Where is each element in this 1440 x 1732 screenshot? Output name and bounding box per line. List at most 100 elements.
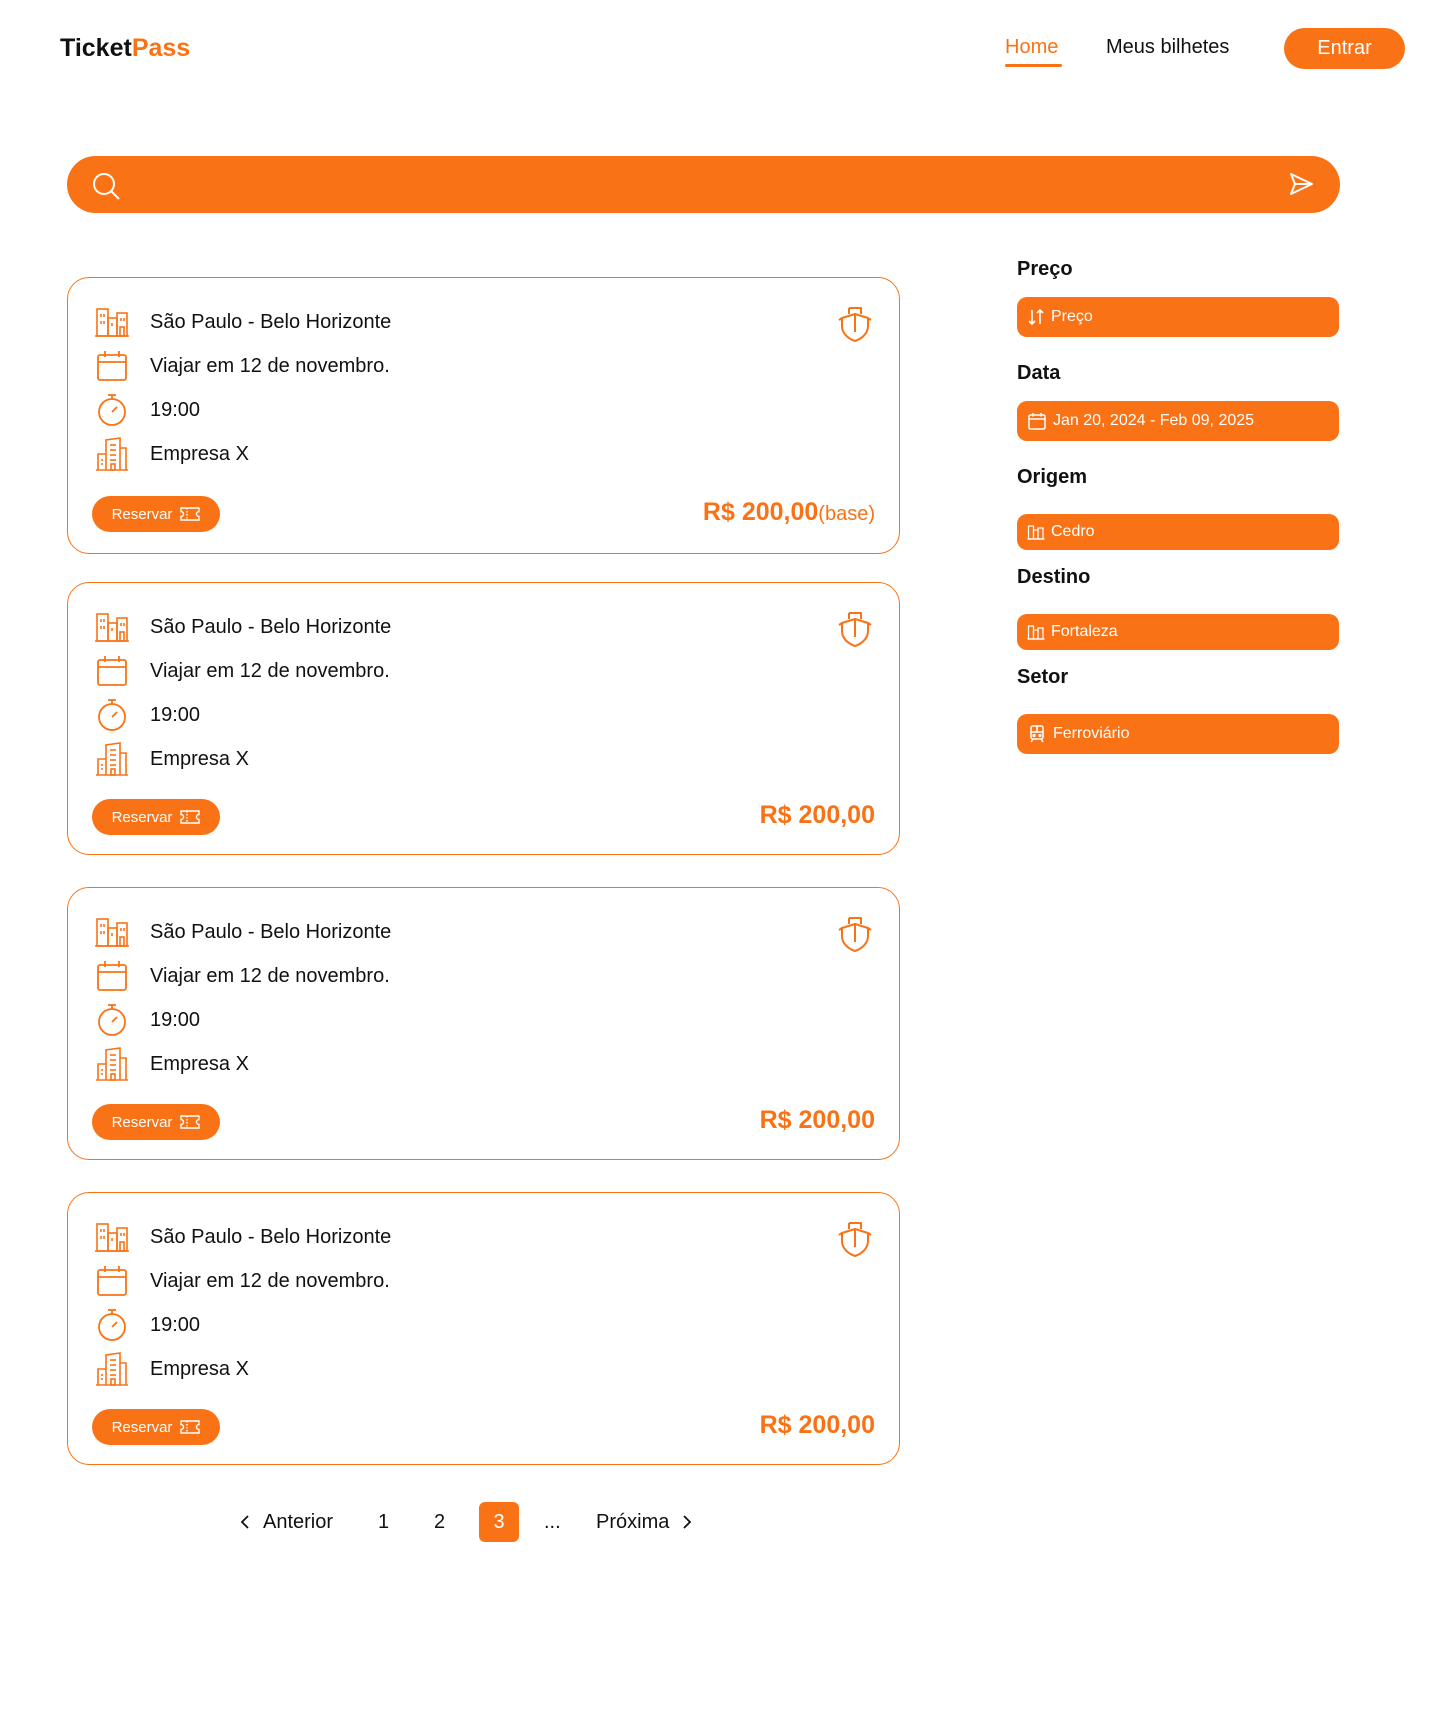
filter-price-select[interactable]: Preço — [1017, 297, 1339, 337]
reserve-button[interactable]: Reservar — [92, 799, 220, 835]
reserve-button[interactable]: Reservar — [92, 1409, 220, 1445]
sort-icon — [1028, 308, 1044, 326]
search-input[interactable] — [147, 156, 1247, 213]
logo[interactable]: TicketPass — [60, 34, 190, 63]
pagination-ellipsis: ... — [544, 1510, 561, 1533]
pagination-page-2[interactable]: 2 — [434, 1502, 445, 1542]
route-row: São Paulo - Belo Horizonte — [94, 1219, 391, 1255]
logo-part2: Pass — [131, 34, 191, 62]
price: R$ 200,00 — [760, 1411, 875, 1440]
login-button[interactable]: Entrar — [1284, 28, 1405, 69]
time-text: 19:00 — [150, 1008, 201, 1031]
ticket-icon — [180, 1420, 201, 1434]
result-card: São Paulo - Belo Horizonte Viajar em 12 d… — [67, 887, 900, 1160]
reserve-label: Reservar — [111, 1418, 173, 1436]
send-icon[interactable] — [1287, 170, 1315, 198]
price-value: R$ 200,00 — [759, 1411, 875, 1439]
stopwatch-icon — [98, 394, 126, 426]
stopwatch-icon — [98, 699, 126, 731]
logo-part1: Ticket — [60, 34, 132, 62]
filter-sector-label: Setor — [1017, 666, 1069, 688]
company-text: Empresa X — [150, 442, 249, 465]
time-row: 19:00 — [94, 392, 200, 428]
pagination-page-1[interactable]: 1 — [378, 1502, 389, 1542]
boat-icon — [838, 1222, 872, 1257]
price: R$ 200,00 — [760, 801, 875, 830]
reserve-label: Reservar — [111, 505, 173, 523]
reserve-button[interactable]: Reservar — [92, 1104, 220, 1140]
nav-home[interactable]: Home — [1005, 36, 1058, 59]
pagination-next[interactable]: Próxima — [596, 1502, 695, 1542]
price: R$ 200,00(base) — [703, 498, 875, 527]
nav-my-tickets[interactable]: Meus bilhetes — [1106, 36, 1229, 59]
pagination-page-current[interactable]: 3 — [479, 1502, 519, 1542]
chevron-left-icon — [240, 1515, 249, 1529]
result-card: São Paulo - Belo Horizonte Viajar em 12 d… — [67, 582, 900, 855]
time-row: 19:00 — [94, 1307, 200, 1343]
route-row: São Paulo - Belo Horizonte — [94, 304, 391, 340]
city-icon — [95, 613, 129, 642]
calendar-icon — [97, 1266, 127, 1296]
result-card: São Paulo - Belo Horizonte Viajar em 12 d… — [67, 277, 900, 554]
date-row: Viajar em 12 de novembro. — [94, 1263, 390, 1299]
time-row: 19:00 — [94, 697, 200, 733]
city-icon — [95, 308, 129, 337]
reserve-label: Reservar — [111, 1113, 173, 1131]
filter-date-select[interactable]: Jan 20, 2024 - Feb 09, 2025 — [1017, 401, 1339, 441]
date-text: Viajar em 12 de novembro. — [150, 354, 390, 377]
filter-price-label: Preço — [1017, 258, 1073, 280]
date-text: Viajar em 12 de novembro. — [150, 964, 390, 987]
filter-destination-value: Fortaleza — [1051, 623, 1118, 640]
company-row: Empresa X — [94, 741, 249, 777]
company-row: Empresa X — [94, 1046, 249, 1082]
price-value: R$ 200,00 — [759, 1106, 875, 1134]
boat-icon — [838, 307, 872, 342]
filter-price-value: Preço — [1051, 308, 1093, 325]
filter-sector-select[interactable]: Ferroviário — [1017, 714, 1339, 754]
company-row: Empresa X — [94, 436, 249, 472]
stopwatch-icon — [98, 1004, 126, 1036]
route-text: São Paulo - Belo Horizonte — [150, 1225, 392, 1248]
nav-active-indicator — [1005, 64, 1062, 67]
filter-origin-select[interactable]: Cedro — [1017, 514, 1339, 550]
route-row: São Paulo - Belo Horizonte — [94, 609, 391, 645]
time-text: 19:00 — [150, 1313, 201, 1336]
time-text: 19:00 — [150, 398, 201, 421]
pagination-next-label: Próxima — [596, 1510, 670, 1533]
office-building-icon — [96, 742, 128, 776]
date-text: Viajar em 12 de novembro. — [150, 659, 390, 682]
filter-destination-label: Destino — [1017, 566, 1091, 588]
ticket-icon — [180, 1115, 201, 1129]
route-text: São Paulo - Belo Horizonte — [150, 310, 392, 333]
pagination-prev[interactable]: Anterior — [237, 1502, 333, 1542]
date-text: Viajar em 12 de novembro. — [150, 1269, 390, 1292]
office-building-icon — [96, 1352, 128, 1386]
filter-origin-value: Cedro — [1051, 523, 1095, 540]
pagination-prev-label: Anterior — [263, 1510, 334, 1533]
price: R$ 200,00 — [760, 1106, 875, 1135]
company-text: Empresa X — [150, 1357, 249, 1380]
stopwatch-icon — [98, 1309, 126, 1341]
filter-date-label: Data — [1017, 362, 1061, 384]
company-row: Empresa X — [94, 1351, 249, 1387]
reserve-button[interactable]: Reservar — [92, 496, 220, 532]
time-text: 19:00 — [150, 703, 201, 726]
filter-date-value: Jan 20, 2024 - Feb 09, 2025 — [1053, 412, 1255, 429]
office-building-icon — [96, 1047, 128, 1081]
calendar-icon — [1028, 413, 1046, 430]
price-note: (base) — [818, 503, 875, 525]
calendar-icon — [97, 656, 127, 686]
ticket-icon — [180, 507, 201, 521]
city-icon — [1027, 625, 1045, 640]
route-text: São Paulo - Belo Horizonte — [150, 920, 392, 943]
boat-icon — [838, 917, 872, 952]
filter-destination-select[interactable]: Fortaleza — [1017, 614, 1339, 650]
train-icon — [1030, 725, 1044, 743]
city-icon — [95, 918, 129, 947]
boat-icon — [838, 612, 872, 647]
date-row: Viajar em 12 de novembro. — [94, 348, 390, 384]
result-card: São Paulo - Belo Horizonte Viajar em 12 d… — [67, 1192, 900, 1465]
date-row: Viajar em 12 de novembro. — [94, 958, 390, 994]
calendar-icon — [97, 961, 127, 991]
route-text: São Paulo - Belo Horizonte — [150, 615, 392, 638]
